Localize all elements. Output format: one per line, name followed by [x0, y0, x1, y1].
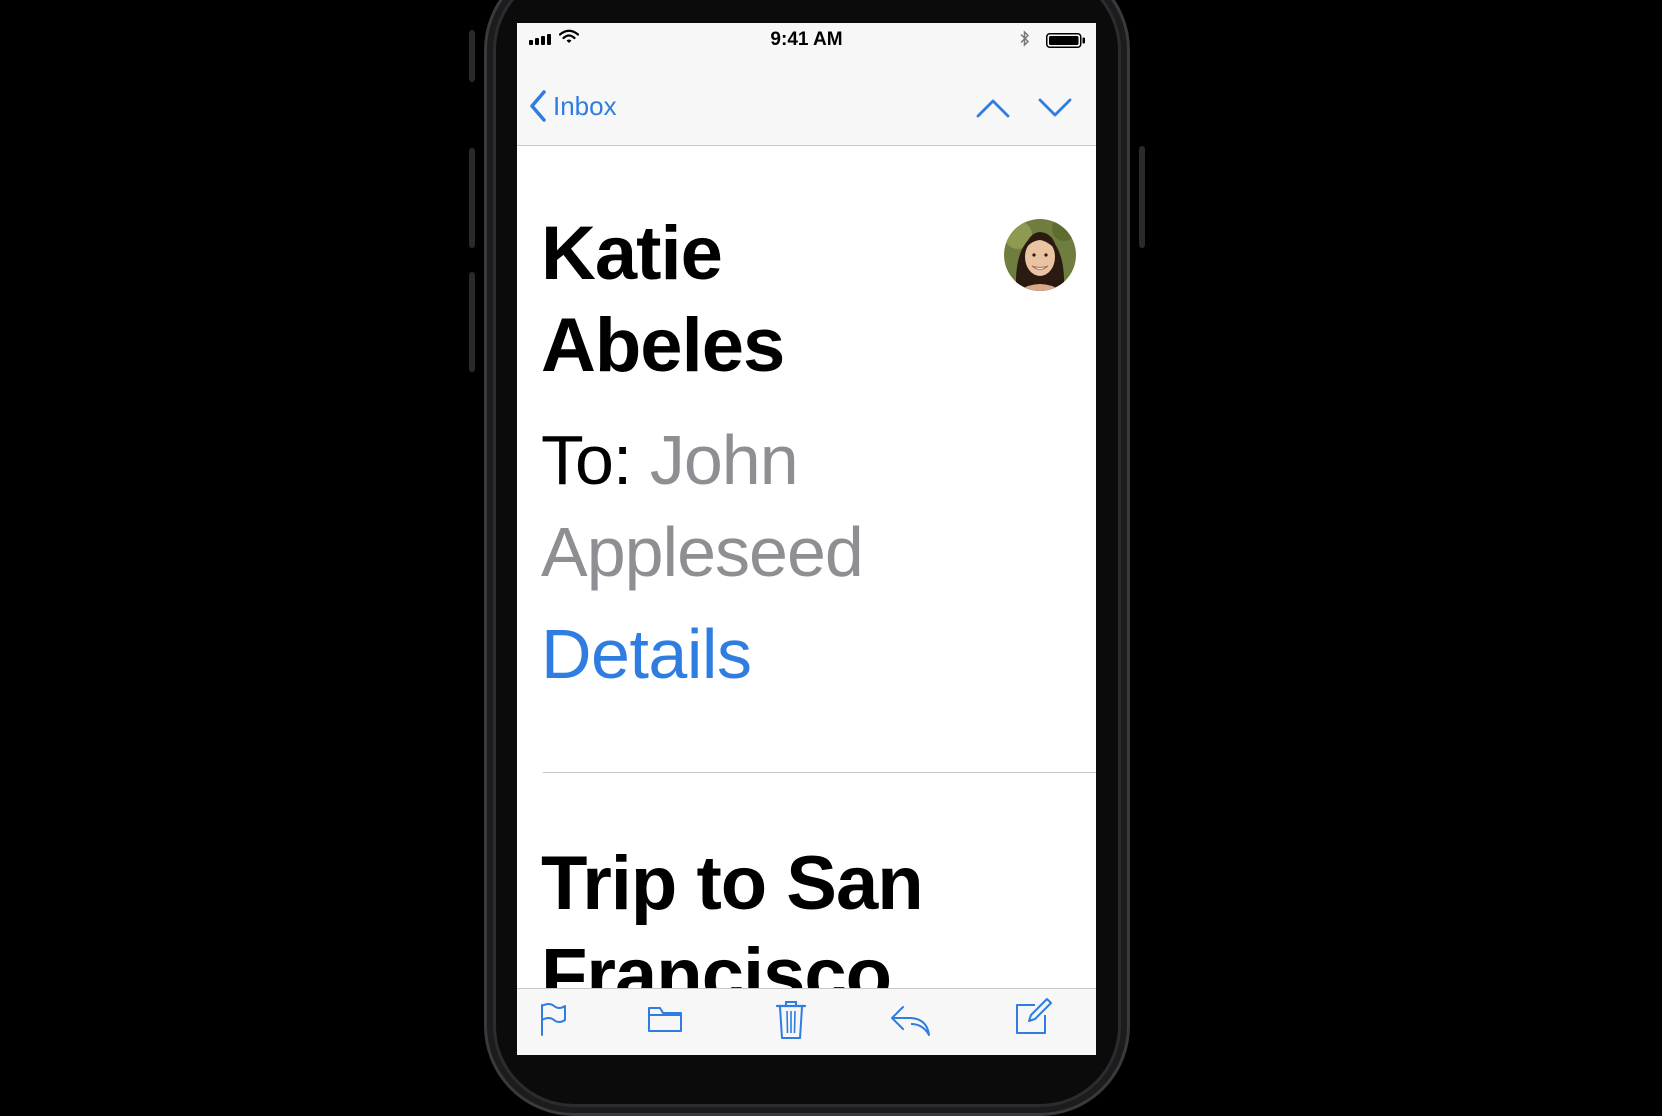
header-divider	[543, 772, 1096, 773]
compose-icon[interactable]	[1013, 997, 1053, 1037]
chevron-left-icon	[530, 90, 546, 122]
previous-message-chevron-up-icon[interactable]	[975, 97, 1011, 119]
power-button	[1139, 146, 1145, 248]
flag-icon[interactable]	[537, 1001, 569, 1037]
mute-switch	[469, 30, 475, 82]
back-to-inbox-button[interactable]: Inbox	[529, 90, 617, 122]
bluetooth-icon	[1020, 30, 1030, 47]
navigation-bar: Inbox	[517, 53, 1096, 146]
avatar-photo	[1004, 219, 1076, 291]
recipient-line: To: John Appleseed	[541, 414, 1061, 598]
details-link[interactable]: Details	[541, 608, 752, 700]
status-time: 9:41 AM	[770, 29, 843, 50]
sender-avatar[interactable]	[1004, 219, 1076, 291]
battery-icon	[1046, 33, 1085, 48]
next-message-chevron-down-icon[interactable]	[1037, 97, 1073, 119]
reply-icon[interactable]	[889, 1003, 931, 1037]
bottom-toolbar	[517, 988, 1096, 1055]
trash-icon[interactable]	[775, 999, 807, 1041]
sender-name[interactable]: Katie Abeles	[541, 208, 921, 392]
folder-icon[interactable]	[647, 1001, 683, 1037]
to-label: To:	[541, 421, 632, 499]
volume-down-button	[469, 272, 475, 372]
phone-screen: 9:41 AM Inbox Katie Abeles To: John Appl…	[517, 23, 1096, 1055]
back-button-label: Inbox	[553, 90, 617, 121]
volume-up-button	[469, 148, 475, 248]
status-bar: 9:41 AM	[517, 23, 1096, 53]
